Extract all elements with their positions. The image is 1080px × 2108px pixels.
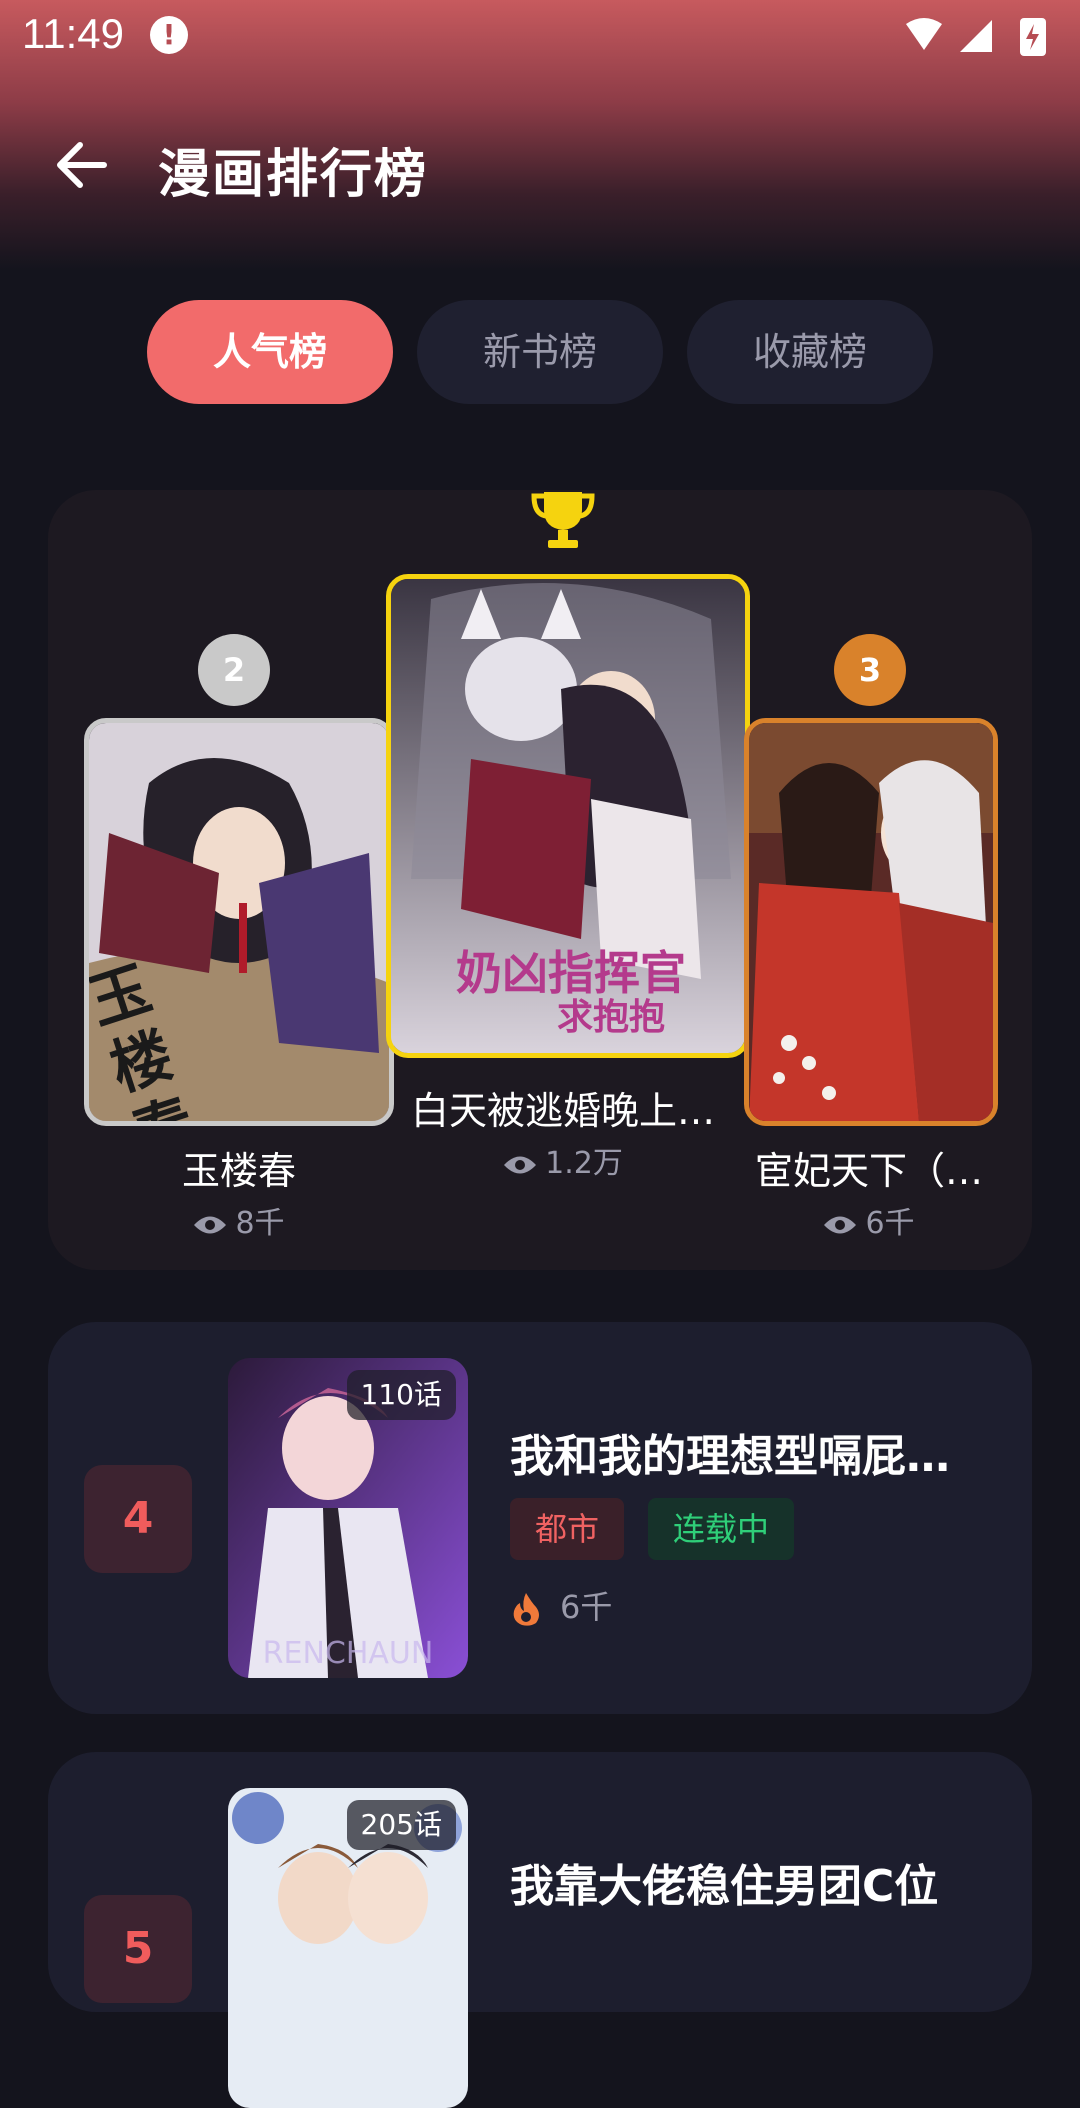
- genre-tag[interactable]: 都市: [510, 1498, 624, 1560]
- episode-count-badge: 110话: [346, 1370, 456, 1420]
- tab-popular[interactable]: 人气榜: [147, 300, 393, 404]
- trophy-icon: [531, 492, 595, 548]
- rank-number: 4: [84, 1465, 192, 1573]
- podium-title-third[interactable]: 宦妃天下（…: [744, 1140, 994, 1195]
- eye-icon: [504, 1156, 537, 1173]
- comic-cover[interactable]: 205话: [228, 1788, 468, 2108]
- cover-art-third: [749, 723, 993, 1121]
- svg-text:RENCHAUN: RENCHAUN: [263, 1636, 434, 1671]
- views-count: 6千: [865, 1206, 915, 1241]
- podium-title-second[interactable]: 玉楼春: [84, 1140, 394, 1195]
- list-item[interactable]: 5 205话 我靠大佬稳住男团C位: [48, 1752, 1032, 2108]
- comic-title: 我靠大佬稳住男团C位: [510, 1861, 939, 1912]
- svg-text:求抱抱: 求抱抱: [557, 996, 665, 1038]
- list-item[interactable]: 4 RENCHAUN 110话 我和我的理想型嗝屁… 都市 连载中 6千: [48, 1322, 1032, 1714]
- eye-icon: [824, 1216, 857, 1233]
- views-count: 1.2万: [545, 1146, 623, 1181]
- popularity-count: 6千: [560, 1588, 613, 1626]
- status-time: 11:49: [22, 10, 124, 57]
- comic-cover[interactable]: RENCHAUN 110话: [228, 1358, 468, 1678]
- status-bar: 11:49 !: [0, 0, 1080, 72]
- back-arrow-icon[interactable]: [52, 135, 112, 195]
- signal-icon: [960, 20, 992, 52]
- status-icons: [906, 18, 1046, 56]
- cover-second-place[interactable]: 玉楼春: [84, 718, 394, 1126]
- podium-views-first: 1.2万: [386, 1138, 740, 1182]
- cover-third-place[interactable]: [744, 718, 998, 1126]
- comic-title: 我和我的理想型嗝屁…: [510, 1431, 950, 1482]
- eye-icon: [194, 1216, 227, 1233]
- tab-new-books[interactable]: 新书榜: [417, 300, 663, 404]
- tab-favorites[interactable]: 收藏榜: [687, 300, 933, 404]
- alert-icon: !: [150, 16, 188, 54]
- podium-title-first[interactable]: 白天被逃婚晚上…: [386, 1080, 740, 1135]
- rank-badge-3: 3: [834, 634, 906, 706]
- rank-badge-2: 2: [198, 634, 270, 706]
- views-count: 8千: [235, 1206, 285, 1241]
- cover-first-place[interactable]: 奶凶指挥官 求抱抱: [386, 574, 750, 1058]
- podium-views-second: 8千: [84, 1198, 394, 1242]
- episode-count-badge: 205话: [346, 1800, 456, 1850]
- podium-views-third: 6千: [744, 1198, 994, 1242]
- flame-icon: [513, 1593, 539, 1626]
- page-title: 漫画排行榜: [158, 145, 429, 205]
- status-tag: 连载中: [648, 1498, 794, 1560]
- popularity: 6千: [510, 1582, 612, 1628]
- rank-number: 5: [84, 1895, 192, 2003]
- svg-text:奶凶指挥官: 奶凶指挥官: [456, 946, 686, 1000]
- cover-art-first: 奶凶指挥官 求抱抱: [391, 579, 745, 1053]
- wifi-icon: [906, 18, 942, 50]
